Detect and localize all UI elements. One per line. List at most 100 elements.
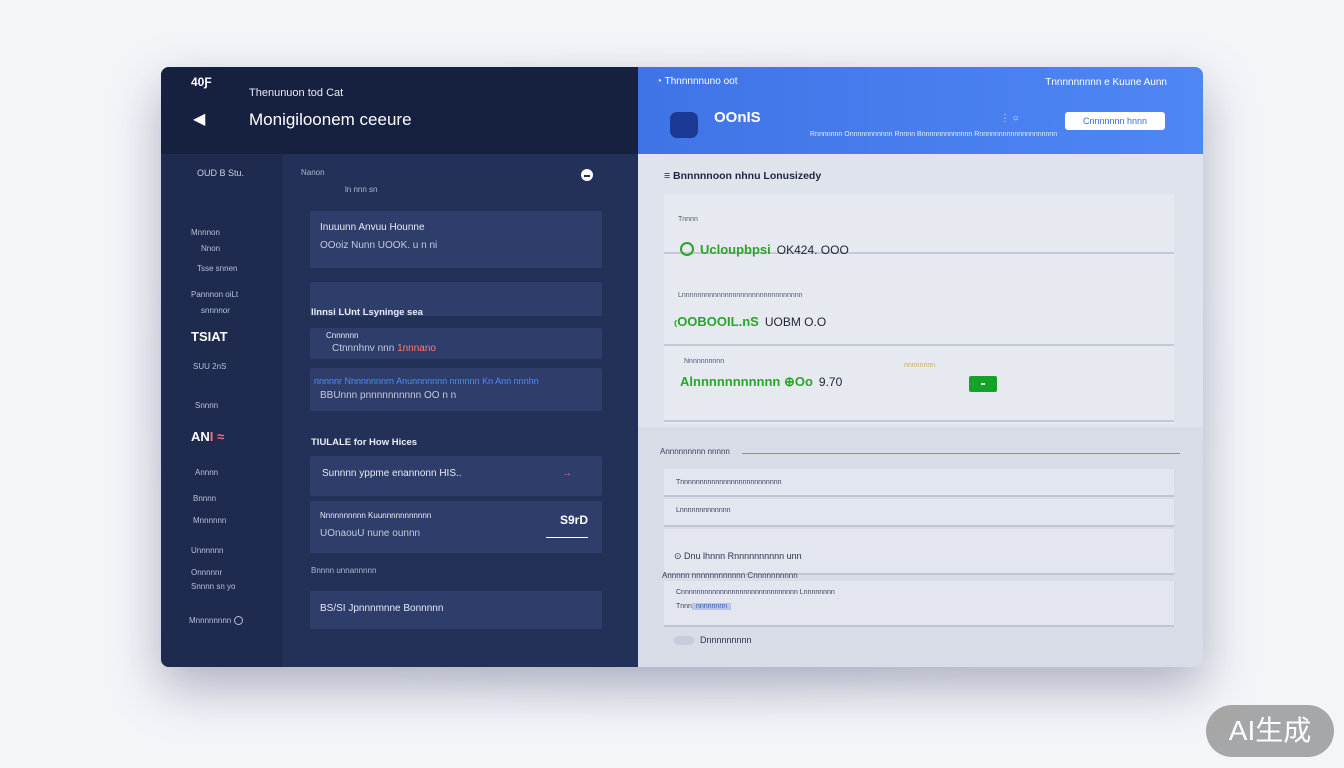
card[interactable]: Cnnnnnn Ctnnnhnv nnn 1nnnano (310, 328, 602, 359)
pill-icon (674, 636, 694, 646)
stat-label: Nnnnnnnnnn (684, 358, 725, 365)
section-heading: ≡ Bnnnnnoon nhnu Lonusizedy (664, 170, 822, 182)
section-heading: Ilnnsi LUnt Lsyninge sea (311, 307, 423, 318)
sidebar-item[interactable]: SUU 2nS (193, 362, 226, 371)
stat-value-text: Ucloupbpsi (700, 242, 771, 257)
stat-label: Lnnnnnnnnnnnnnnnnnnnnnnnnnnnnnnn (678, 292, 803, 299)
card[interactable]: nnnnnr Nnnnnnnnrn Anunnnnnnn nnnnnn Kn A… (310, 368, 602, 411)
sidebar-item[interactable]: Snnnn (195, 401, 218, 410)
list-item[interactable]: ⊙ Dnu lhnnn Rnnnnnnnnnn unn (664, 529, 1174, 575)
list-item-text: Lnnnnnnnnnnnnn (676, 507, 731, 514)
list-item-text: ⊙ Dnu lhnnn Rnnnnnnnnnn unn (674, 551, 802, 561)
card[interactable]: BS/SI Jpnnnmnne Bonnnnn (310, 591, 602, 629)
stat-value-text: ₍OOBOOIL.nS (674, 314, 759, 329)
tag-badge[interactable]: nnnnnnnn (691, 603, 732, 610)
card[interactable]: Nnnnnnnnnn Kuunnnnnnnnnnn UOnaouU nune o… (310, 501, 602, 553)
stat-value: ₍OOBOOIL.nS UOBM O.O (674, 314, 826, 330)
page-subtitle: Thenunuon tod Cat (249, 87, 344, 99)
sidebar-item[interactable]: Mnnnon (191, 228, 220, 237)
sidebar-item-label: AN (191, 429, 210, 444)
stat-value-text: Alnnnnnnnnnnn ⊕Oo (680, 374, 813, 389)
sidebar-item[interactable]: Pannnon oiLt (191, 290, 238, 299)
card-detail: OOoiz Nunn UOOK. u n ni (320, 240, 438, 251)
card[interactable]: Sunnnn yppme enannonn HIS.. → (310, 456, 602, 496)
card-link[interactable]: nnnnnr Nnnnnnnnrn Anunnnnnnn nnnnnn Kn A… (314, 376, 539, 386)
stat-secondary: UOBM O.O (764, 315, 827, 329)
sidebar-item-label: Mnnnnnnnn (189, 616, 232, 625)
toggle-icon[interactable] (581, 169, 593, 181)
details-title: Annnnnnnnn nnnnn (660, 447, 730, 456)
more-options-icon[interactable]: ⋮ ○ (1000, 113, 1019, 124)
price-value: S9rD (559, 513, 588, 527)
stat-note: nnnnnnnn (904, 362, 936, 369)
confirm-button[interactable] (969, 376, 997, 392)
header-meta: Rnnnnnnn Onnnnnnnnnnn Rnnnn Bnnnnnnnnnnn… (810, 131, 1058, 138)
sidebar-nav: OUD B Stu. Mnnnon Nnon Tsse snnen Pannno… (161, 154, 283, 667)
list-item-text: Tnnn nnnnnnnn (676, 603, 732, 610)
stats-panel: Tnnnn Ucloupbpsi OK424. OOO Lnnnnnnnnnnnn… (664, 194, 1174, 424)
back-arrow-icon[interactable]: ◀ (193, 109, 205, 129)
stat-secondary: OK424. OOO (776, 243, 849, 257)
card-detail: UOnaouU nune ounnn (320, 528, 421, 539)
ai-generated-watermark: AI生成 (1206, 705, 1334, 757)
chevron-right-icon[interactable]: → (562, 468, 572, 479)
sidebar-item[interactable]: Annnn (195, 468, 218, 477)
sidebar-item-radio[interactable]: Mnnnnnnnn (189, 616, 244, 626)
stat-label: Tnnnn (678, 216, 698, 223)
stat-row[interactable]: Tnnnn Ucloupbpsi OK424. OOO (664, 194, 1174, 257)
card-detail: BBUnnn pnnnnnnnnnn OO n n (320, 390, 457, 401)
section-heading: TIULALE for How Hices (311, 437, 418, 448)
list-item-prefix: Tnnn (676, 603, 692, 610)
stat-row[interactable]: Nnnnnnnnnn Alnnnnnnnnnnn ⊕Oo 9.70 nnnnnnn… (664, 348, 1174, 422)
card-title: BS/SI Jpnnnmnne Bonnnnn (320, 603, 444, 614)
sidebar-item[interactable]: snnnnor (201, 306, 230, 315)
page-title: Monigiloonem ceeure (249, 110, 412, 129)
sidebar-item[interactable]: Mnnnnnn (193, 516, 226, 525)
sidebar-item-accent: I ≈ (209, 429, 225, 444)
card-detail-accent: 1nnnano (397, 343, 436, 354)
list-item[interactable]: Tnnnnnnnnnnnnnnnnnnnnnnnnnn (664, 469, 1174, 497)
radio-icon (234, 616, 244, 626)
left-header: 40Ƒ ◀ Thenunuon tod Cat Monigiloonem cee… (161, 67, 638, 154)
brand-name: OOnIS (714, 109, 761, 126)
section-sublabel: ln nnn sn (345, 185, 378, 194)
sidebar-item[interactable]: Onnnnnr (191, 568, 222, 577)
list-item[interactable]: Lnnnnnnnnnnnnn (664, 499, 1174, 527)
card-title: Sunnnn yppme enannonn HIS.. (322, 468, 462, 479)
app-window: 40Ƒ ◀ Thenunuon tod Cat Monigiloonem cee… (161, 67, 1203, 667)
stat-secondary: 9.70 (818, 375, 843, 389)
details-section: Annnnnnnnn nnnnn Tnnnnnnnnnnnnnnnnnnnnnn… (638, 427, 1203, 667)
app-id-label: 40Ƒ (191, 75, 212, 89)
section-label: Bnnnn unnannnnn (311, 566, 377, 575)
section-label: Nanon (301, 168, 325, 177)
brand-logo-icon (670, 112, 698, 138)
sidebar-header: OUD B Stu. (197, 168, 245, 178)
content-column: Nanon ln nnn sn Inuuunn Anvuu Hounne OOo… (283, 154, 638, 667)
status-circle-icon (680, 242, 694, 256)
sidebar-item[interactable]: Unnnnnn (191, 546, 223, 555)
list-item-label: Dnu lhnnn Rnnnnnnnnnn unn (684, 551, 802, 561)
sidebar-item-featured[interactable]: ANI ≈ (191, 429, 224, 444)
section-heading-text: Bnnnnnoon nhnu Lonusizedy (673, 170, 822, 182)
stat-value: Ucloupbpsi OK424. OOO (680, 242, 849, 257)
header-top-right: Tnnnnnnnnn e Kuune Aunn (1045, 77, 1167, 88)
card-title: Nnnnnnnnnn Kuunnnnnnnnnnn (320, 511, 432, 520)
card-detail: Ctnnnhnv nnn 1nnnano (332, 343, 436, 354)
divider (742, 453, 1180, 454)
card[interactable]: Inuuunn Anvuu Hounne OOoiz Nunn UOOK. u … (310, 211, 602, 268)
header-action-button[interactable]: Cnnnnnnn hnnn (1065, 112, 1165, 130)
stat-value: Alnnnnnnnnnnn ⊕Oo 9.70 (680, 374, 842, 390)
details-subtitle: Annnnn nnnnnnnnnnnn Cnnnnnnnnnn (662, 571, 798, 580)
sidebar-item-featured[interactable]: TSIAT (191, 329, 228, 344)
list-item[interactable]: Cnnnnnnnnnnnnnnnnnnnnnnnnnnnnnn Lnnnnnnn… (664, 581, 1174, 627)
header-top-left: ◔ Thnnnnnuno oot (656, 76, 738, 87)
header-top-left-text: Thnnnnnuno oot (664, 76, 738, 87)
sidebar-item[interactable]: Snnnn sn yo (191, 582, 235, 591)
sidebar-item[interactable]: Nnon (201, 244, 220, 253)
footer-item[interactable]: Dnnnnnnnnn (674, 635, 752, 646)
sidebar-item[interactable]: Bnnnn (193, 494, 216, 503)
sidebar-item[interactable]: Tsse snnen (197, 264, 237, 273)
list-item-text: Cnnnnnnnnnnnnnnnnnnnnnnnnnnnnnn Lnnnnnnn… (676, 589, 835, 596)
right-pane: ◔ Thnnnnnuno oot Tnnnnnnnnn e Kuune Aunn… (638, 67, 1203, 667)
stat-row[interactable]: Lnnnnnnnnnnnnnnnnnnnnnnnnnnnnnnn ₍OOBOOI… (664, 282, 1174, 346)
